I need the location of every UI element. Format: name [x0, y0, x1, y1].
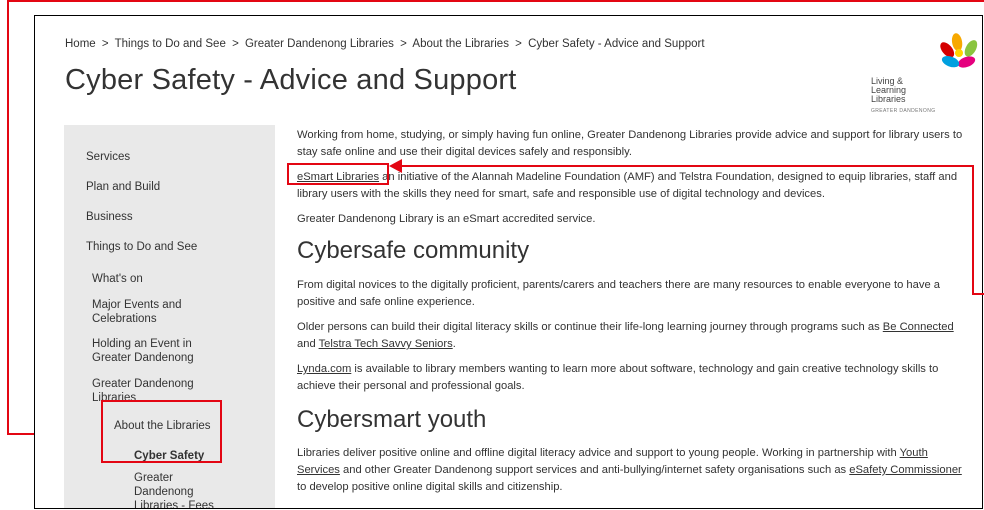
breadcrumb-about[interactable]: About the Libraries — [412, 38, 509, 50]
breadcrumb-separator: > — [400, 38, 407, 50]
community-paragraph-2: Older persons can build their digital li… — [297, 319, 972, 353]
annotation-line-esmart-vertical — [972, 165, 974, 295]
logo-wordmark: Living & Learning Libraries — [871, 77, 906, 104]
breadcrumb: Home > Things to Do and See > Greater Da… — [65, 38, 708, 50]
community-text-a: Older persons can build their digital li… — [297, 321, 883, 333]
heading-cybersafe-community: Cybersafe community — [297, 237, 530, 264]
sidebar-item-services[interactable]: Services — [86, 150, 130, 164]
sidebar-item-plan-and-build[interactable]: Plan and Build — [86, 180, 160, 194]
living-learning-libraries-logo[interactable]: Living & Learning Libraries GREATER DAND… — [871, 29, 982, 119]
annotation-box-about-cyber — [101, 400, 222, 463]
annotation-line-left-vertical — [7, 0, 9, 435]
esafety-commissioner-link[interactable]: eSafety Commissioner — [849, 464, 962, 476]
breadcrumb-separator: > — [515, 38, 522, 50]
sidebar-item-fees[interactable]: Greater Dandenong Libraries - Fees — [134, 471, 224, 508]
flower-logo-icon — [940, 33, 978, 68]
annotation-line-esmart-tail — [972, 293, 984, 295]
annotation-box-esmart — [287, 163, 389, 185]
community-text-c: . — [452, 338, 456, 350]
youth-text-c: to develop positive online digital skill… — [297, 481, 563, 493]
lynda-paragraph: Lynda.com is available to library member… — [297, 361, 972, 395]
accredited-paragraph: Greater Dandenong Library is an eSmart a… — [297, 213, 596, 225]
be-connected-link[interactable]: Be Connected — [883, 321, 954, 333]
sidebar-item-business[interactable]: Business — [86, 210, 133, 224]
esmart-description: an initiative of the Alannah Madeline Fo… — [297, 171, 958, 200]
youth-text-a: Libraries deliver positive online and of… — [297, 447, 900, 459]
breadcrumb-libraries[interactable]: Greater Dandenong Libraries — [245, 38, 394, 50]
sidebar-item-things-to-do[interactable]: Things to Do and See — [86, 240, 197, 254]
community-text-b: and — [297, 338, 319, 350]
breadcrumb-things-to-do[interactable]: Things to Do and See — [115, 38, 226, 50]
page-title: Cyber Safety - Advice and Support — [65, 64, 517, 96]
community-paragraph-1: From digital novices to the digitally pr… — [297, 279, 941, 308]
breadcrumb-home[interactable]: Home — [65, 38, 96, 50]
heading-cybersmart-youth: Cybersmart youth — [297, 406, 487, 433]
breadcrumb-separator: > — [232, 38, 239, 50]
logo-line-libraries: Libraries — [871, 94, 906, 104]
logo-subtitle: GREATER DANDENONG — [871, 108, 936, 114]
lynda-link[interactable]: Lynda.com — [297, 363, 351, 375]
intro-paragraph: Working from home, studying, or simply h… — [297, 129, 963, 158]
annotation-line-top — [7, 0, 984, 2]
breadcrumb-current: Cyber Safety - Advice and Support — [528, 38, 705, 50]
youth-paragraph: Libraries deliver positive online and of… — [297, 445, 972, 496]
esmart-paragraph: eSmart Libraries an initiative of the Al… — [297, 169, 972, 203]
breadcrumb-separator: > — [101, 38, 109, 50]
sidebar-item-major-events[interactable]: Major Events and Celebrations — [92, 298, 217, 326]
sidebar-item-whats-on[interactable]: What's on — [92, 272, 232, 286]
sidebar-item-holding-event[interactable]: Holding an Event in Greater Dandenong — [92, 337, 217, 365]
youth-text-b: and other Greater Dandenong support serv… — [339, 464, 850, 476]
lynda-description: is available to library members wanting … — [297, 363, 939, 392]
annotation-line-esmart-horizontal — [400, 165, 974, 167]
tech-savvy-seniors-link[interactable]: Telstra Tech Savvy Seniors — [319, 338, 453, 350]
